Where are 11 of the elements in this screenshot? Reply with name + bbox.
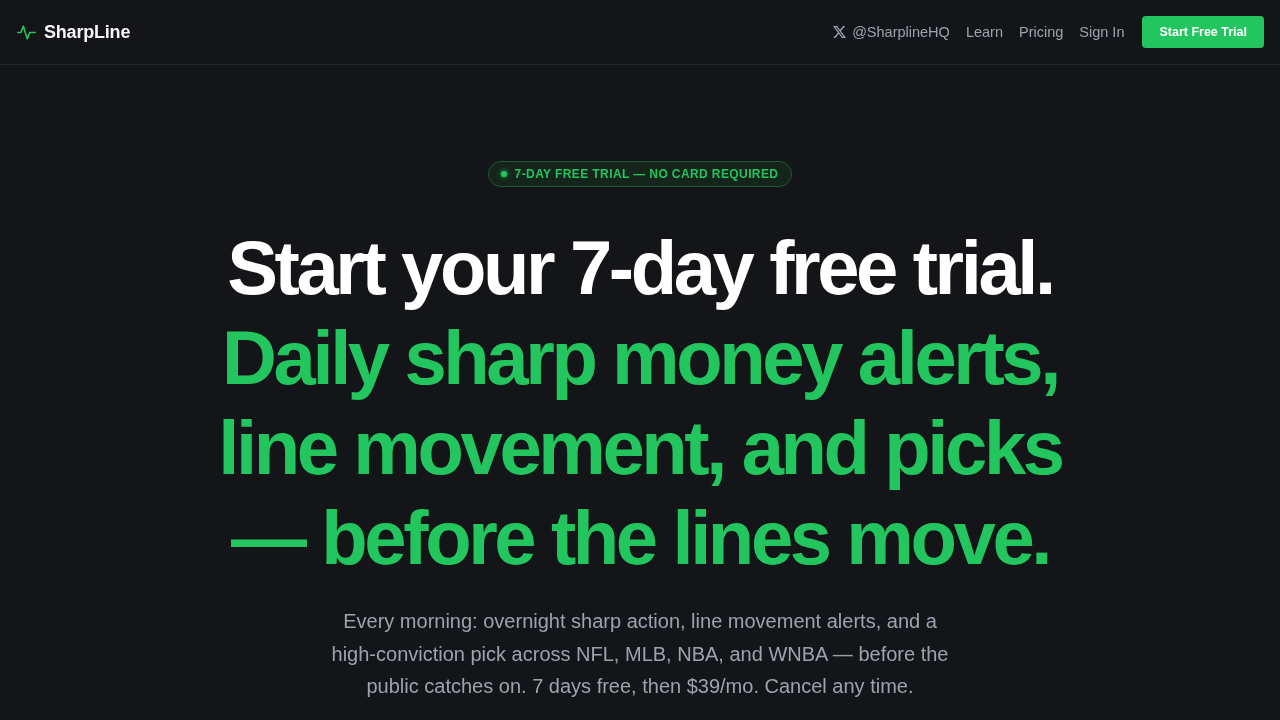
hero-heading: Start your 7-day free trial. Daily sharp money alerts, line movement, and picks — before the lines move. — [217, 224, 1063, 582]
pulse-icon — [17, 22, 36, 42]
nav-link[interactable]: Learn — [965, 24, 1003, 40]
nav-link[interactable]: Pricing — [1018, 24, 1064, 40]
nav-link[interactable]: Sign In — [1079, 24, 1125, 40]
brand-logo[interactable]: SharpLine — [17, 21, 131, 43]
badge-text: 7-DAY FREE TRIAL — NO CARD REQUIRED — [514, 167, 779, 181]
status-dot-icon — [500, 171, 507, 177]
social-link[interactable]: @SharplineHQ — [833, 24, 950, 40]
hero-description: Every morning: overnight sharp action, line movement alerts, and a high-conviction pick across NFL, MLB, NBA, and WNBA — before the public catches on. 7 days free, then $39/mo. Cancel any time. — [330, 609, 950, 699]
x-logo-icon — [833, 26, 847, 38]
